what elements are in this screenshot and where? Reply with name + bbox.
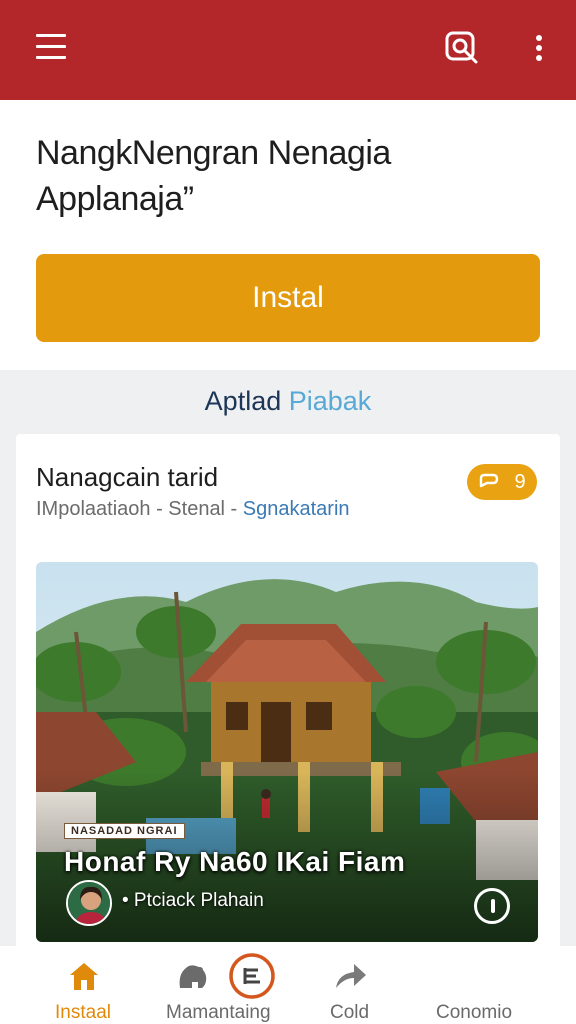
photo-author[interactable]: • Ptciack Plahain <box>122 890 264 912</box>
share-arrow-icon <box>336 964 366 988</box>
featured-photo[interactable] <box>36 562 538 942</box>
bottom-navigation: Instaal Mamantaing Cold Conomio <box>0 946 576 1024</box>
scan-search-icon[interactable] <box>444 30 480 66</box>
card-subtitle: IMpolaatiaoh - Stenal - Sgnakatarin <box>36 498 350 521</box>
comment-icon <box>480 473 499 488</box>
section-heading-link[interactable]: Piabak <box>289 386 372 416</box>
top-app-bar <box>0 0 576 100</box>
nav-item-conomio[interactable]: Conomio <box>432 946 528 1024</box>
card-subtitle-main: IMpolaatiaoh - Stenal - <box>36 498 243 520</box>
app-title: NangkNengran Nenagia Applanaja” <box>36 130 536 222</box>
avatar[interactable] <box>66 880 112 926</box>
card-title: Nanagcain tarid <box>36 462 219 492</box>
comment-badge[interactable]: 9 <box>467 464 537 500</box>
card-subtitle-accent[interactable]: Sgnakatarin <box>243 498 350 520</box>
badge-count: 9 <box>514 470 526 493</box>
list-circle-icon <box>229 953 275 999</box>
section-heading: Aptlad Piabak <box>0 386 576 417</box>
nav-label-conomio: Conomio <box>436 1002 513 1023</box>
install-button[interactable]: Instal <box>36 254 540 342</box>
photo-title: Honaf Ry Na60 IKai Fiam <box>64 846 406 877</box>
section-heading-dark: Aptlad <box>204 386 282 416</box>
more-vertical-icon[interactable] <box>526 30 552 66</box>
home-icon <box>70 963 98 990</box>
bear-icon <box>179 965 207 988</box>
photo-tag: NASADAD NGRAI <box>64 823 185 839</box>
nav-label-cold: Cold <box>330 1002 370 1023</box>
nav-item-install[interactable]: Instaal <box>44 946 124 1024</box>
nav-item-cold[interactable]: Cold <box>324 946 384 1024</box>
nav-label-install: Instaal <box>55 1002 111 1023</box>
menu-icon[interactable] <box>34 34 68 62</box>
info-icon[interactable] <box>474 888 510 924</box>
app-title-line2: Applanaja” <box>36 180 194 218</box>
nav-item-list[interactable] <box>226 946 278 1024</box>
app-title-line1: NangkNengran Nenagia <box>36 134 391 172</box>
